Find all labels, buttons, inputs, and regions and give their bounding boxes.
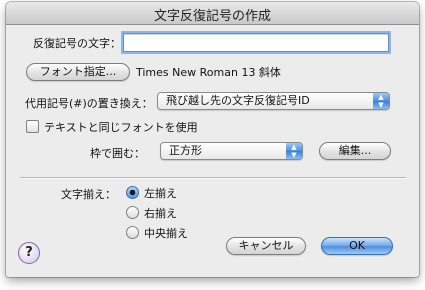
popup-arrows-icon: ▲ ▼	[373, 93, 389, 109]
help-button[interactable]: ?	[18, 242, 40, 264]
dialog-title: 文字反復記号の作成	[153, 9, 271, 24]
enclosure-popup[interactable]: 正方形 ▲ ▼	[160, 142, 303, 160]
substitute-popup[interactable]: 飛び越し先の文字反復記号ID ▲ ▼	[157, 92, 390, 110]
dialog-window: 文字反復記号の作成 反復記号の文字： フォント指定... Times New R…	[6, 2, 419, 277]
edit-button[interactable]: 編集...	[319, 142, 391, 160]
alignment-label: 文字揃え：	[61, 188, 116, 201]
align-right-radio[interactable]	[126, 206, 139, 219]
enclosure-label: 枠で囲む：	[90, 147, 145, 160]
separator	[20, 177, 406, 179]
align-left-label: 左揃え	[144, 187, 177, 200]
enclosure-popup-value: 正方形	[169, 144, 202, 157]
align-right-label: 右揃え	[144, 207, 177, 220]
popup-arrows-icon: ▲ ▼	[286, 143, 302, 159]
repeat-char-input[interactable]	[123, 33, 389, 52]
align-center-radio[interactable]	[126, 226, 139, 239]
same-font-label: テキストと同じフォントを使用	[44, 121, 198, 134]
substitute-label: 代用記号(#)の置き換え：	[25, 97, 153, 110]
title-bar[interactable]: 文字反復記号の作成	[6, 2, 419, 25]
font-select-button[interactable]: フォント指定...	[26, 63, 130, 81]
same-font-checkbox[interactable]	[26, 120, 39, 133]
substitute-popup-value: 飛び越し先の文字反復記号ID	[166, 94, 310, 107]
repeat-char-label: 反復記号の文字：	[33, 37, 121, 50]
ok-button[interactable]: OK	[321, 237, 393, 255]
current-font-text: Times New Roman 13 斜体	[136, 66, 281, 79]
align-center-label: 中央揃え	[144, 227, 188, 240]
cancel-button[interactable]: キャンセル	[226, 237, 306, 255]
align-left-radio[interactable]	[126, 186, 139, 199]
